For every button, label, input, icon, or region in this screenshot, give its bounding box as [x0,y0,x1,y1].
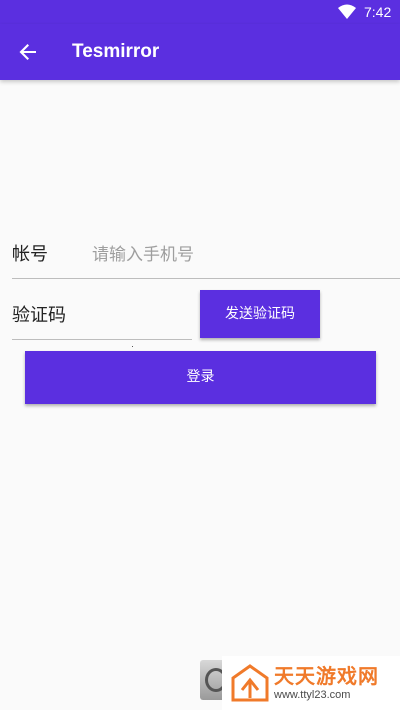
account-label: 帐号 [12,244,48,265]
arrow-back-icon[interactable] [14,38,42,66]
status-time: 7:42 [364,4,392,20]
phone-input-underline [12,278,400,279]
divider-dot [132,346,133,347]
wifi-icon [338,4,356,19]
login-button[interactable]: 登录 [25,351,376,404]
watermark-logo-icon [231,664,269,702]
app-bar: Tesmirror [0,24,400,80]
verification-code-underline [12,339,192,340]
watermark-url: www.ttyl23.com [274,689,351,701]
watermark-name: 天天游戏网 [274,664,379,688]
status-bar: 7:42 [0,0,400,24]
verification-code-input[interactable] [92,302,188,332]
verification-code-label: 验证码 [12,305,66,326]
phone-input[interactable] [92,240,392,270]
watermark: 天天游戏网 www.ttyl23.com [222,656,400,710]
app-title: Tesmirror [72,41,160,62]
send-code-button[interactable]: 发送验证码 [200,290,320,338]
